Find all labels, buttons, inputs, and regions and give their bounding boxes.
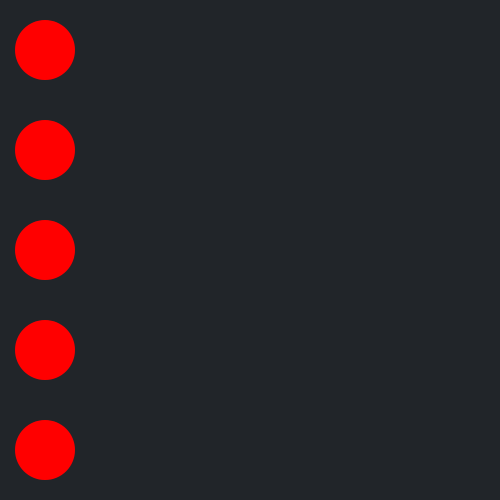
red-dot[interactable] (15, 20, 75, 80)
red-dot[interactable] (15, 120, 75, 180)
red-dot[interactable] (15, 320, 75, 380)
red-dot[interactable] (15, 220, 75, 280)
canvas (0, 0, 500, 500)
red-dot[interactable] (15, 420, 75, 480)
